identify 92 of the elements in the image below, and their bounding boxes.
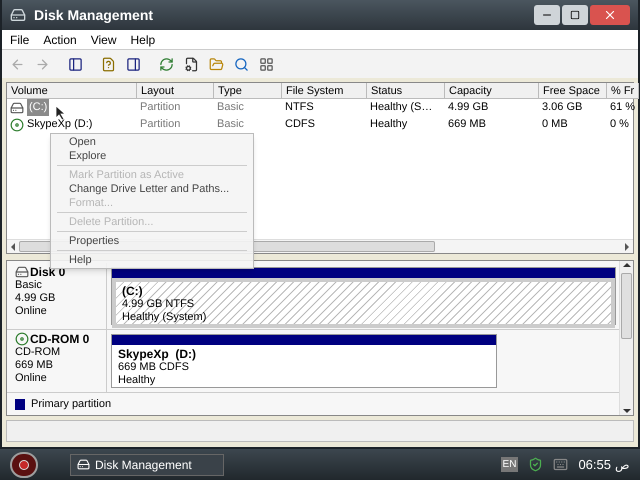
help-button[interactable] [101,56,116,72]
context-menu-item[interactable]: Help [51,253,253,267]
context-menu-item[interactable]: Properties [51,234,253,248]
table-cell-text: 669 MB [448,117,486,132]
table-cell-text: Partition [140,117,180,132]
table-cell-text: NTFS [285,100,314,116]
disk-info: 4.99 GB [15,292,56,305]
app-icon [10,7,26,23]
partition-info: Healthy [118,374,156,387]
partition-title: SkypeXp (D:) [118,348,198,361]
hard-drive-icon [15,265,29,279]
disk-info: CD-ROM [15,346,62,359]
partition-info: Healthy (System) [122,311,208,324]
column-header[interactable]: Free Space [539,83,607,99]
start-button[interactable] [10,452,38,478]
menu-item[interactable]: Action [43,30,77,48]
forward-arrow-icon [35,56,50,72]
partition-info: 669 MB CDFS [118,361,190,374]
panel-button[interactable] [68,56,83,72]
vertical-scrollbar[interactable] [619,261,633,415]
start-orb-icon [19,460,29,470]
disk-info: Online [15,305,48,318]
table-cell-text: 0 MB [542,117,568,132]
menu-item[interactable]: File [10,30,30,48]
minimize-button[interactable] [534,5,560,25]
maximize-icon [570,10,580,20]
context-menu-item[interactable]: Open [51,135,253,149]
cd-drive-icon [10,118,24,132]
clock-time: 06:55 [578,456,611,474]
refresh-button[interactable] [159,56,174,72]
column-header[interactable]: Status [367,83,445,99]
maximize-button[interactable] [562,5,588,25]
scroll-right-icon [625,242,629,250]
column-header[interactable]: Volume [7,83,137,99]
disk-info: 669 MB [15,359,54,372]
table-cell-text: 61 % [610,100,636,116]
refresh-icon [159,56,174,72]
document-button[interactable] [184,56,199,72]
table-cell-text: CDFS [285,117,315,132]
window-title: Disk Management [34,6,154,25]
partition-info: 4.99 GB NTFS [122,298,196,311]
folder-icon [209,56,224,72]
scrollbar-thumb[interactable] [621,273,632,339]
table-cell-text: Basic [217,100,244,116]
grid-button[interactable] [259,56,274,72]
grid-icon [259,56,274,72]
menu-item[interactable]: View [90,30,116,48]
mouse-pointer-icon [56,106,66,120]
cd-drive-icon [15,332,29,346]
panel-button[interactable] [126,56,141,72]
context-menu-item[interactable]: Change Drive Letter and Paths... [51,182,253,196]
menu-item[interactable]: Help [130,30,156,48]
disk-name: CD-ROM 0 [30,332,90,346]
search-button[interactable] [234,56,249,72]
panel-icon [126,56,141,72]
table-cell-text: Basic [217,117,244,132]
column-header[interactable]: File System [282,83,367,99]
partition-block[interactable]: (C:) 4.99 GB NTFS Healthy (System) [111,267,616,325]
document-icon [184,56,199,72]
close-button[interactable] [590,5,630,25]
tray-shield-icon[interactable] [528,457,544,472]
folder-button[interactable] [209,56,224,72]
help-icon [101,56,116,72]
disk-info: Basic [15,279,43,292]
table-cell[interactable]: SkypeXp (D:) [27,116,92,133]
column-header[interactable]: Type [214,83,282,99]
context-menu-item[interactable]: Explore [51,149,253,163]
scroll-up-icon [622,263,630,267]
legend-label: Primary partition [31,397,112,412]
table-cell-text: 3.06 GB [542,100,582,116]
table-cell-text: 0 % [610,117,629,132]
panel-icon [68,56,83,72]
clock-period: ص [615,456,630,474]
language-indicator: EN [500,457,518,472]
table-cell-text: Partition [140,100,180,116]
app-icon [77,458,90,471]
column-header[interactable]: Capacity [445,83,539,99]
table-cell-text: 4.99 GB [448,100,488,116]
table-cell-text: Healthy (S… [370,100,432,116]
partition-block[interactable]: SkypeXp (D:) 669 MB CDFS Healthy [111,334,497,388]
partition-title: (C:) [122,285,144,298]
column-header[interactable]: % Fr [607,83,639,99]
close-icon [603,8,617,22]
column-header[interactable]: Layout [137,83,214,99]
taskbar-button[interactable]: Disk Management [70,454,224,476]
scroll-left-icon [11,242,15,250]
table-cell-text: Healthy [370,117,408,132]
tray-keyboard-icon[interactable] [553,457,568,472]
scroll-down-icon [622,409,630,413]
search-icon [234,56,249,72]
hard-drive-icon [10,100,24,114]
disk-info: Online [15,372,48,385]
